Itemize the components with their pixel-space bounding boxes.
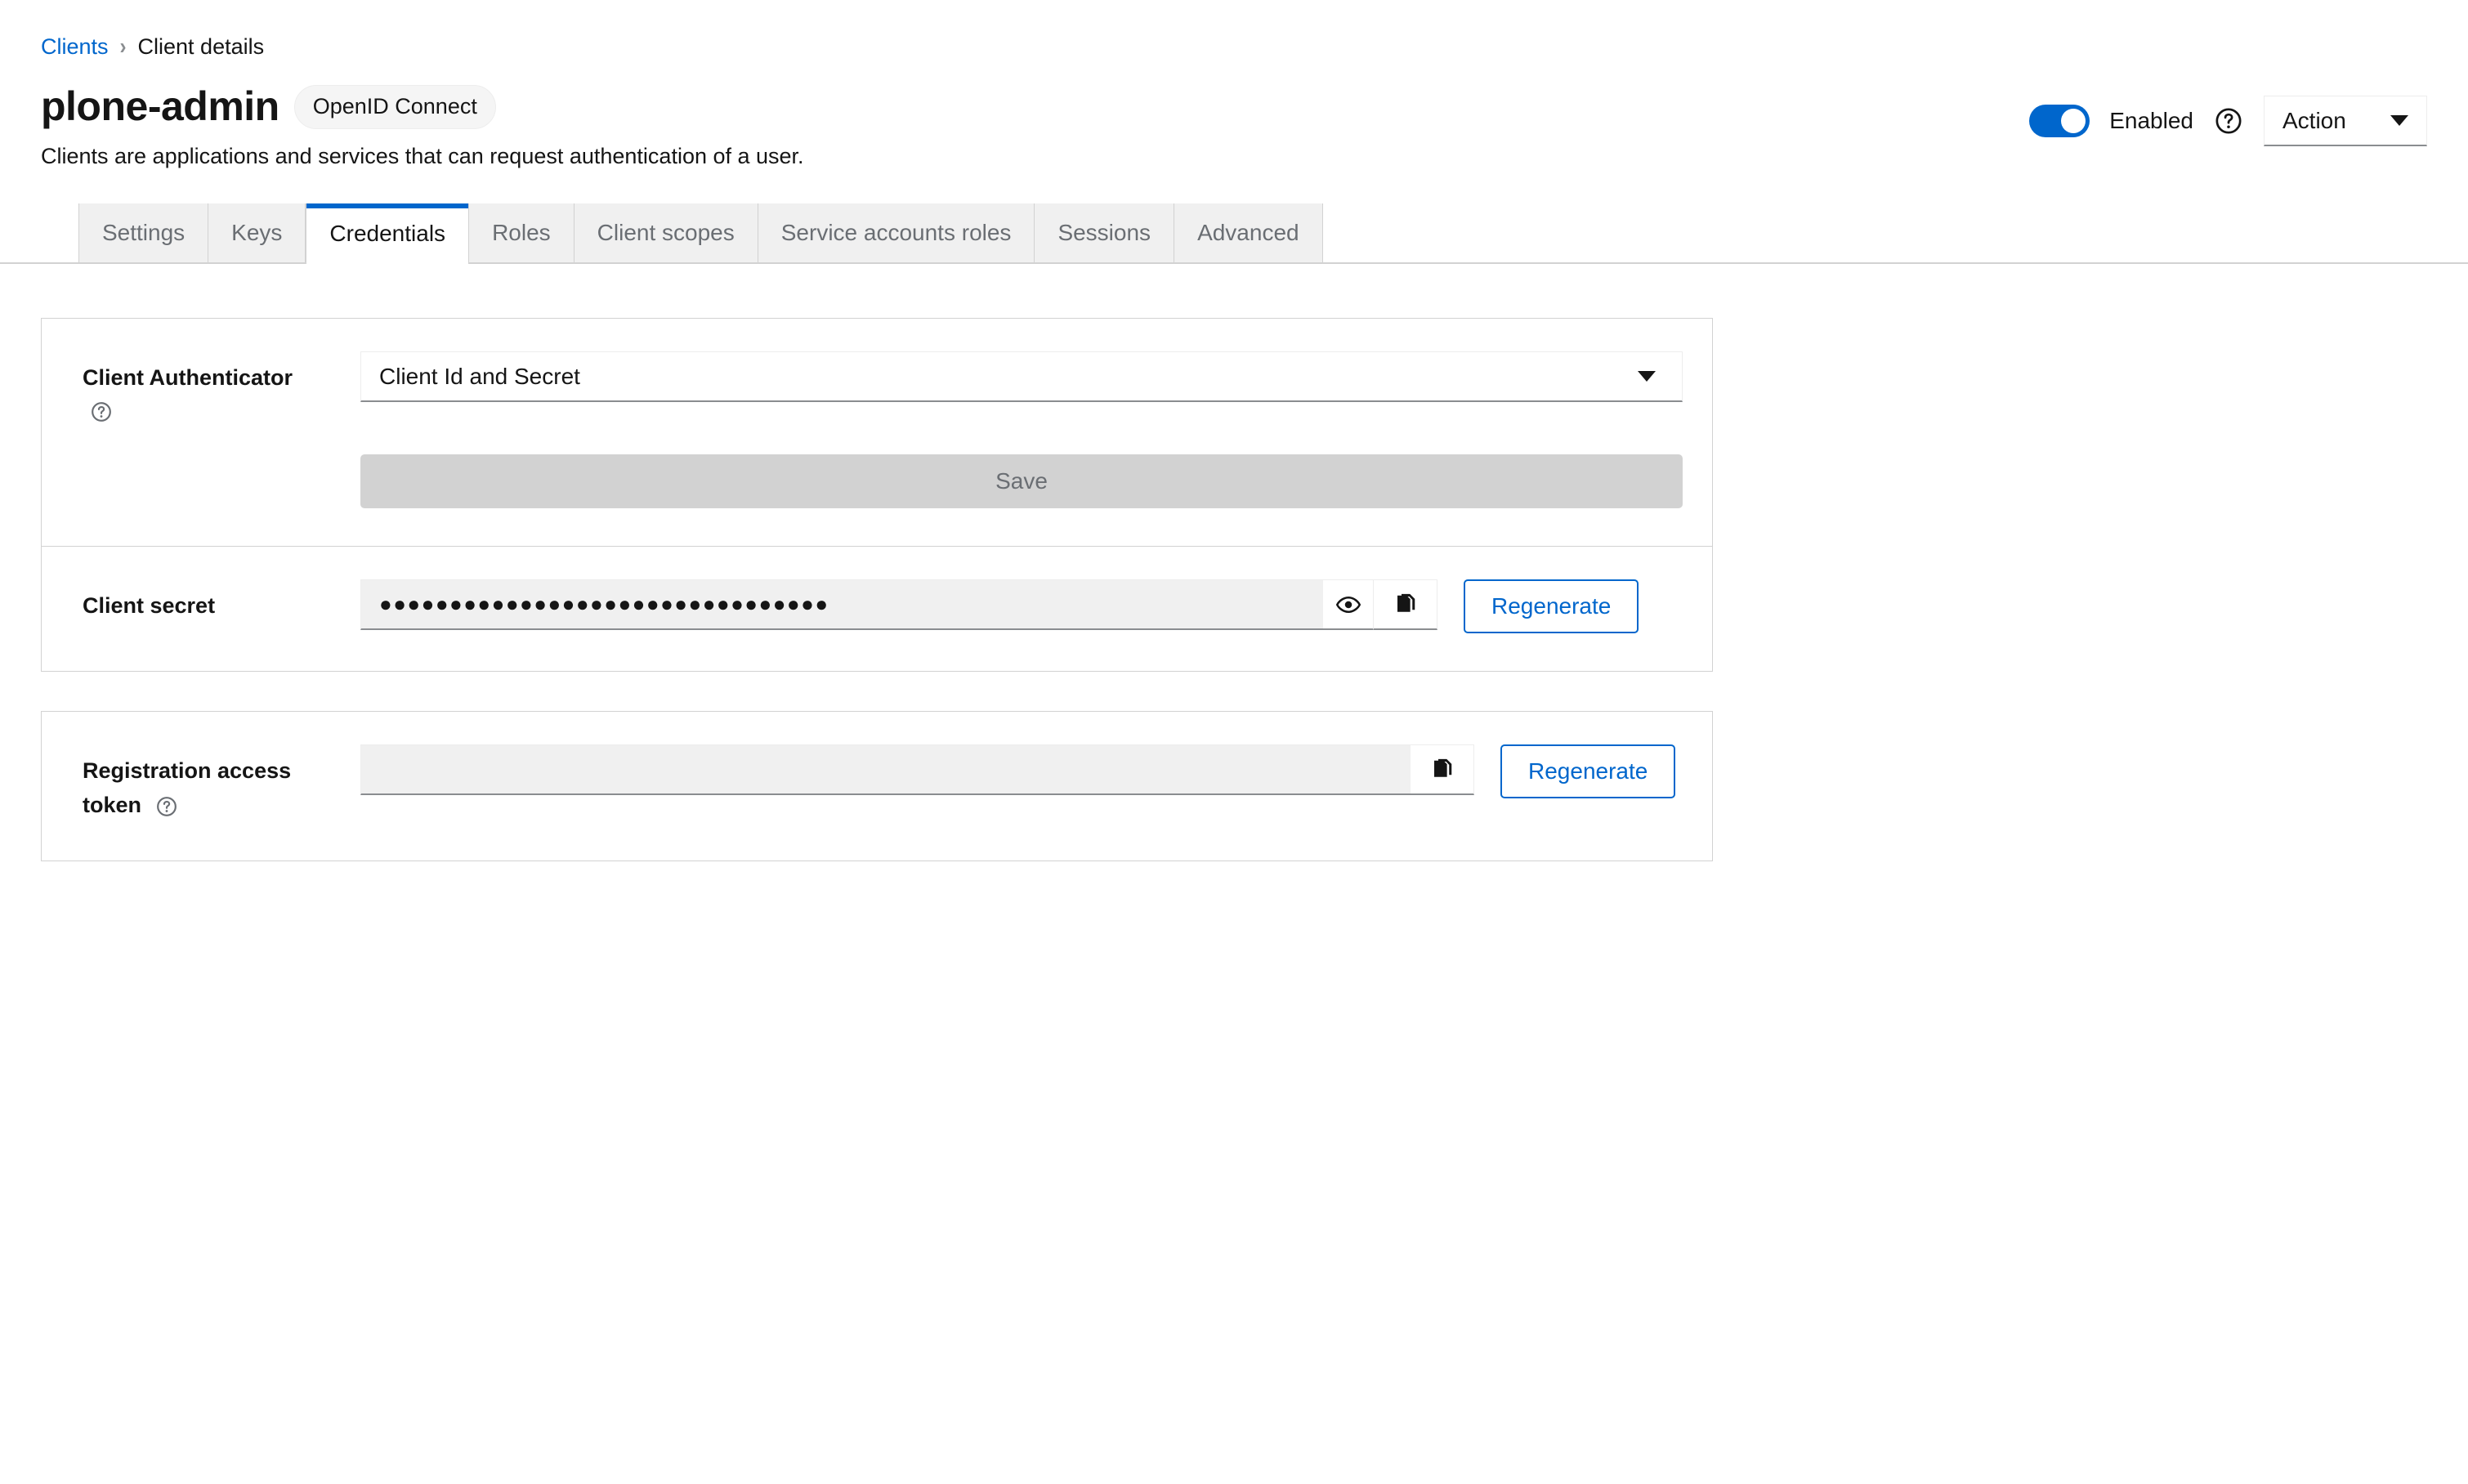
tab-settings[interactable]: Settings bbox=[78, 203, 209, 262]
protocol-badge: OpenID Connect bbox=[293, 84, 496, 129]
breadcrumb-current-client-details: Client details bbox=[137, 34, 265, 59]
enabled-toggle-label: Enabled bbox=[2109, 108, 2193, 133]
client-authenticator-section: Client Authenticator Client Id and Secre… bbox=[42, 319, 1712, 546]
tab-roles[interactable]: Roles bbox=[469, 203, 575, 262]
enabled-toggle[interactable] bbox=[2029, 105, 2090, 137]
action-dropdown-label: Action bbox=[2282, 107, 2346, 133]
tab-label: Keys bbox=[231, 220, 283, 245]
page-title: plone-admin bbox=[41, 83, 279, 129]
client-authenticator-label: Client Authenticator bbox=[83, 365, 293, 390]
client-secret-section: Client secret ●●●●●●●●●●●●●●●●●●●●●●●●●●… bbox=[42, 546, 1712, 671]
tab-label: Sessions bbox=[1057, 220, 1151, 245]
page-header-left: plone-admin OpenID Connect Clients are a… bbox=[41, 84, 804, 169]
help-circle-icon[interactable] bbox=[91, 399, 360, 433]
breadcrumb-link-clients[interactable]: Clients bbox=[41, 36, 109, 58]
client-authenticator-field: Client Id and Secret Save bbox=[360, 351, 1683, 508]
tab-label: Service accounts roles bbox=[780, 220, 1012, 245]
client-secret-row: Client secret ●●●●●●●●●●●●●●●●●●●●●●●●●●… bbox=[83, 579, 1671, 633]
client-secret-input-group: ●●●●●●●●●●●●●●●●●●●●●●●●●●●●●●●● bbox=[360, 579, 1437, 630]
client-secret-regenerate-button[interactable]: Regenerate bbox=[1464, 579, 1639, 633]
action-dropdown[interactable]: Action bbox=[2264, 96, 2427, 146]
tab-advanced[interactable]: Advanced bbox=[1174, 203, 1323, 262]
page-header-actions: Enabled Action bbox=[2029, 84, 2427, 146]
title-row: plone-admin OpenID Connect bbox=[41, 84, 804, 129]
tab-label: Roles bbox=[492, 220, 551, 245]
registration-access-token-label-group: Registration access token bbox=[83, 744, 360, 823]
registration-access-token-label-line2: token bbox=[83, 792, 142, 817]
client-authenticator-select[interactable]: Client Id and Secret bbox=[360, 351, 1683, 402]
client-authenticator-row: Client Authenticator Client Id and Secre… bbox=[83, 351, 1683, 508]
registration-access-token-regenerate-button[interactable]: Regenerate bbox=[1500, 744, 1676, 798]
copy-icon[interactable] bbox=[1411, 744, 1474, 795]
tab-label: Credentials bbox=[329, 221, 446, 246]
help-circle-icon[interactable] bbox=[156, 796, 177, 817]
breadcrumb-separator-icon: › bbox=[119, 34, 127, 60]
client-secret-label: Client secret bbox=[83, 593, 216, 618]
client-detail-tabs: Settings Keys Credentials Roles Client s… bbox=[0, 203, 2468, 264]
page-header: plone-admin OpenID Connect Clients are a… bbox=[0, 58, 2468, 169]
tab-keys[interactable]: Keys bbox=[208, 203, 306, 262]
page-subtitle: Clients are applications and services th… bbox=[41, 144, 804, 168]
client-secret-input[interactable]: ●●●●●●●●●●●●●●●●●●●●●●●●●●●●●●●● bbox=[360, 579, 1323, 630]
tab-label: Settings bbox=[102, 220, 186, 245]
registration-access-token-section: Registration access token Regenerate bbox=[42, 712, 1712, 860]
enabled-toggle-group: Enabled bbox=[2029, 105, 2193, 137]
registration-access-token-row: Registration access token Regenerate bbox=[83, 744, 1676, 823]
registration-access-token-input-group bbox=[360, 744, 1474, 795]
eye-icon[interactable] bbox=[1323, 579, 1374, 630]
caret-down-icon bbox=[2390, 115, 2408, 126]
help-circle-icon[interactable] bbox=[2215, 107, 2242, 135]
tab-label: Client scopes bbox=[597, 220, 735, 245]
client-authenticator-label-group: Client Authenticator bbox=[83, 351, 360, 433]
save-button[interactable]: Save bbox=[360, 454, 1683, 508]
registration-access-token-input[interactable] bbox=[360, 744, 1411, 795]
registration-access-token-label-line1: Registration access bbox=[83, 758, 292, 783]
copy-icon[interactable] bbox=[1374, 579, 1437, 630]
breadcrumb: Clients › Client details bbox=[0, 0, 2468, 58]
credentials-card: Client Authenticator Client Id and Secre… bbox=[41, 318, 1713, 672]
registration-access-token-card: Registration access token Regenerate bbox=[41, 711, 1713, 861]
tab-client-scopes[interactable]: Client scopes bbox=[574, 203, 758, 262]
tab-credentials[interactable]: Credentials bbox=[306, 203, 470, 264]
client-authenticator-selected-value: Client Id and Secret bbox=[379, 363, 580, 389]
tab-sessions[interactable]: Sessions bbox=[1035, 203, 1175, 262]
client-secret-field: ●●●●●●●●●●●●●●●●●●●●●●●●●●●●●●●● Regener… bbox=[360, 579, 1671, 633]
toggle-knob bbox=[2061, 109, 2086, 133]
tab-label: Advanced bbox=[1197, 220, 1299, 245]
tab-service-accounts-roles[interactable]: Service accounts roles bbox=[758, 203, 1035, 262]
registration-access-token-field: Regenerate bbox=[360, 744, 1676, 798]
credentials-content: Client Authenticator Client Id and Secre… bbox=[0, 264, 2468, 861]
caret-down-icon bbox=[1638, 371, 1656, 382]
